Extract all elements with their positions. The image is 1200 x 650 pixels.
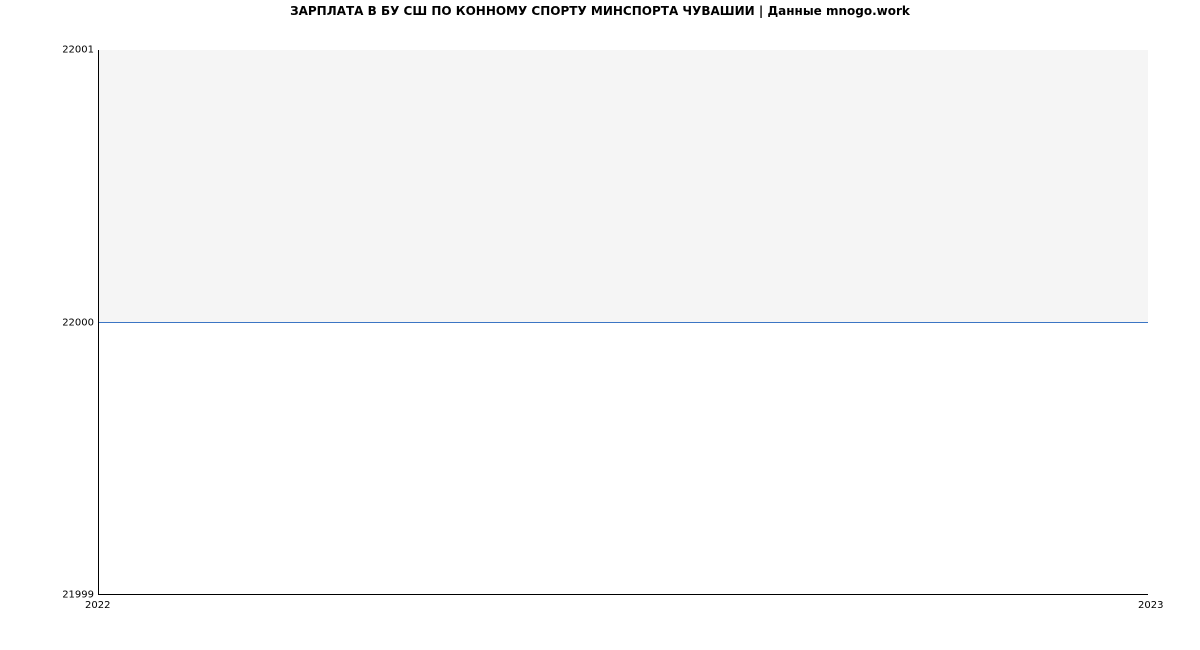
y-tick-label: 22001 bbox=[0, 45, 94, 56]
y-tick-label: 22000 bbox=[0, 317, 94, 328]
y-tick-label: 21999 bbox=[0, 590, 94, 601]
shaded-band bbox=[99, 50, 1148, 322]
x-tick-label: 2023 bbox=[1138, 600, 1163, 611]
x-tick-label: 2022 bbox=[85, 600, 110, 611]
line-chart: ЗАРПЛАТА В БУ СШ ПО КОННОМУ СПОРТУ МИНСП… bbox=[0, 0, 1200, 650]
series-line bbox=[99, 322, 1148, 323]
chart-title: ЗАРПЛАТА В БУ СШ ПО КОННОМУ СПОРТУ МИНСП… bbox=[0, 4, 1200, 18]
plot-area bbox=[98, 50, 1148, 595]
